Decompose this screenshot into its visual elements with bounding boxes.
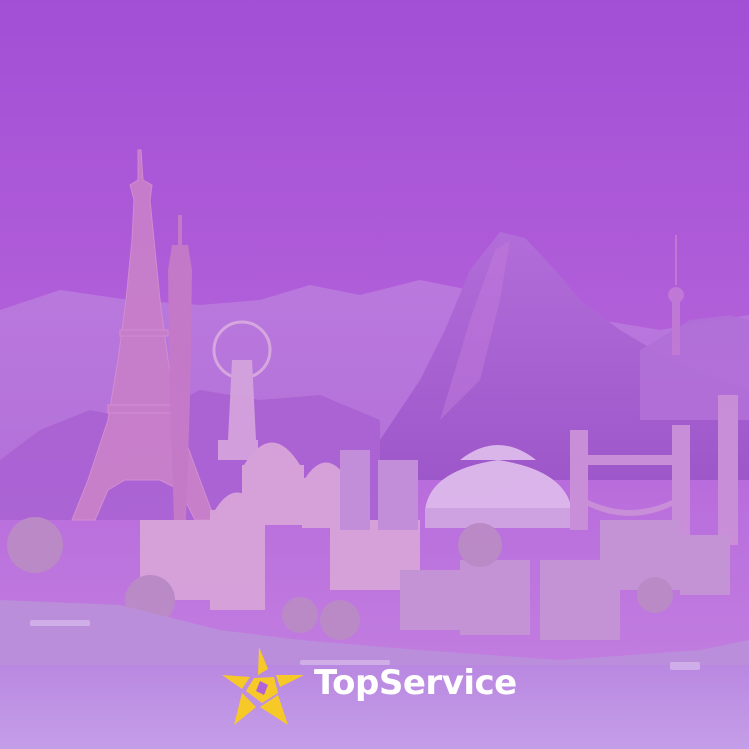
brand-lockup: TopService xyxy=(220,645,517,727)
world-landmarks-background xyxy=(0,0,749,749)
star-logo-icon xyxy=(222,647,304,725)
brand-name: TopService xyxy=(314,663,517,703)
promo-banner: TopService xyxy=(0,0,749,749)
modern-buildings xyxy=(340,450,418,530)
